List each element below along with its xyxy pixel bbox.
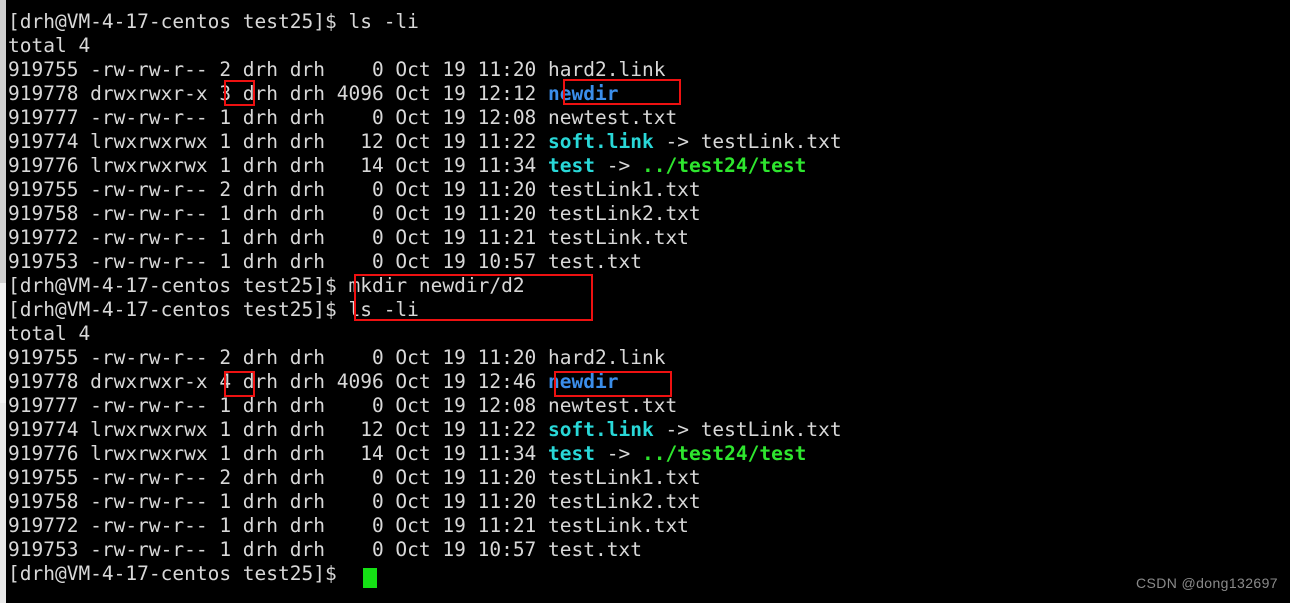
listing-filename: testLink1.txt [548,466,701,489]
terminal-listing-line: 919777 -rw-rw-r-- 1 drh drh 0 Oct 19 12:… [8,106,1290,130]
listing-meta: 919776 lrwxrwxrwx 1 drh drh 14 Oct 19 11… [8,442,549,465]
terminal-prompt-line: [drh@VM-4-17-centos test25]$ mkdir newdi… [8,274,1290,298]
terminal-listing-line: 919755 -rw-rw-r-- 2 drh drh 0 Oct 19 11:… [8,466,1290,490]
listing-meta: 919772 -rw-rw-r-- 1 drh drh 0 Oct 19 11:… [8,226,549,249]
listing-filename: newdir [548,82,619,105]
symlink-target: ../test24/test [641,154,807,177]
terminal-prompt-line: [drh@VM-4-17-centos test25]$ ls -li [8,10,1290,34]
listing-filename: testLink2.txt [548,202,701,225]
listing-filename: newdir [548,370,619,393]
terminal-listing-line: 919776 lrwxrwxrwx 1 drh drh 14 Oct 19 11… [8,154,1290,178]
shell-prompt: [drh@VM-4-17-centos test25]$ [8,562,349,585]
listing-filename: soft.link [548,418,654,441]
listing-filename: newtest.txt [548,106,678,129]
listing-meta: 919777 -rw-rw-r-- 1 drh drh 0 Oct 19 12:… [8,106,549,129]
listing-filename: test [548,442,596,465]
listing-meta: 919755 -rw-rw-r-- 2 drh drh 0 Oct 19 11:… [8,466,549,489]
listing-filename: testLink.txt [548,514,689,537]
terminal-output-line: total 4 [8,322,1290,346]
output-text: total 4 [8,322,91,345]
listing-meta: 919755 -rw-rw-r-- 2 drh drh 0 Oct 19 11:… [8,178,549,201]
symlink-arrow: -> [653,418,701,441]
listing-meta: 919777 -rw-rw-r-- 1 drh drh 0 Oct 19 12:… [8,394,549,417]
listing-filename: test.txt [548,250,642,273]
symlink-arrow: -> [653,130,701,153]
terminal-listing-line: 919753 -rw-rw-r-- 1 drh drh 0 Oct 19 10:… [8,250,1290,274]
terminal-prompt-line: [drh@VM-4-17-centos test25]$ [8,562,1290,586]
terminal-screen[interactable]: -rw-rw-r-- 1 drh drh 0 Oct 19 10:57 test… [8,0,1290,603]
watermark: CSDN @dong132697 [1135,575,1278,591]
listing-filename: test.txt [548,538,642,561]
listing-filename: hard2.link [548,346,666,369]
shell-prompt: [drh@VM-4-17-centos test25]$ [8,298,349,321]
scrollbar-thumb[interactable] [0,0,6,283]
terminal-listing-line: 919755 -rw-rw-r-- 2 drh drh 0 Oct 19 11:… [8,346,1290,370]
scrollbar-thumb-lower[interactable] [0,403,6,603]
symlink-target: testLink.txt [700,418,842,441]
terminal-listing-line: 919777 -rw-rw-r-- 1 drh drh 0 Oct 19 12:… [8,394,1290,418]
terminal-cursor [363,568,377,588]
listing-meta: 919772 -rw-rw-r-- 1 drh drh 0 Oct 19 11:… [8,514,549,537]
listing-filename: hard2.link [548,58,666,81]
terminal-listing-line: 919772 -rw-rw-r-- 1 drh drh 0 Oct 19 11:… [8,514,1290,538]
terminal-listing-line: 919774 lrwxrwxrwx 1 drh drh 12 Oct 19 11… [8,130,1290,154]
listing-meta: 919778 drwxrwxr-x 4 drh drh 4096 Oct 19 … [8,370,549,393]
shell-command: mkdir newdir/d2 [348,274,525,297]
shell-prompt: [drh@VM-4-17-centos test25]$ [8,10,349,33]
terminal-listing-line: 919774 lrwxrwxrwx 1 drh drh 12 Oct 19 11… [8,418,1290,442]
terminal-window: -rw-rw-r-- 1 drh drh 0 Oct 19 10:57 test… [0,0,1290,603]
listing-filename: testLink.txt [548,226,689,249]
listing-meta: 919778 drwxrwxr-x 3 drh drh 4096 Oct 19 … [8,82,549,105]
listing-filename: newtest.txt [548,394,678,417]
listing-meta: 919776 lrwxrwxrwx 1 drh drh 14 Oct 19 11… [8,154,549,177]
symlink-arrow: -> [595,154,642,177]
terminal-listing-line: 919776 lrwxrwxrwx 1 drh drh 14 Oct 19 11… [8,442,1290,466]
listing-meta: 919753 -rw-rw-r-- 1 drh drh 0 Oct 19 10:… [8,250,549,273]
terminal-prompt-line: [drh@VM-4-17-centos test25]$ ls -li [8,298,1290,322]
shell-prompt: [drh@VM-4-17-centos test25]$ [8,274,349,297]
listing-filename: soft.link [548,130,654,153]
terminal-listing-line: 919758 -rw-rw-r-- 1 drh drh 0 Oct 19 11:… [8,490,1290,514]
terminal-listing-line: 919758 -rw-rw-r-- 1 drh drh 0 Oct 19 11:… [8,202,1290,226]
terminal-listing-line: 919778 drwxrwxr-x 3 drh drh 4096 Oct 19 … [8,82,1290,106]
output-text: total 4 [8,34,91,57]
listing-meta: 919755 -rw-rw-r-- 2 drh drh 0 Oct 19 11:… [8,346,549,369]
listing-filename: test [548,154,596,177]
listing-filename: testLink2.txt [548,490,701,513]
symlink-target: testLink.txt [700,130,842,153]
scrollbar-track[interactable] [0,0,6,603]
terminal-listing-line: 919753 -rw-rw-r-- 1 drh drh 0 Oct 19 10:… [8,538,1290,562]
symlink-arrow: -> [595,442,642,465]
terminal-listing-line: 919755 -rw-rw-r-- 2 drh drh 0 Oct 19 11:… [8,58,1290,82]
shell-command: ls -li [348,298,419,321]
terminal-output-line: total 4 [8,34,1290,58]
listing-meta: 919758 -rw-rw-r-- 1 drh drh 0 Oct 19 11:… [8,202,549,225]
shell-command: ls -li [348,10,419,33]
listing-meta: 919753 -rw-rw-r-- 1 drh drh 0 Oct 19 10:… [8,538,549,561]
listing-meta: 919758 -rw-rw-r-- 1 drh drh 0 Oct 19 11:… [8,490,549,513]
listing-meta: 919755 -rw-rw-r-- 2 drh drh 0 Oct 19 11:… [8,58,549,81]
listing-meta: 919774 lrwxrwxrwx 1 drh drh 12 Oct 19 11… [8,418,549,441]
terminal-listing-line: 919778 drwxrwxr-x 4 drh drh 4096 Oct 19 … [8,370,1290,394]
listing-meta: 919774 lrwxrwxrwx 1 drh drh 12 Oct 19 11… [8,130,549,153]
terminal-listing-line: 919772 -rw-rw-r-- 1 drh drh 0 Oct 19 11:… [8,226,1290,250]
symlink-target: ../test24/test [641,442,807,465]
listing-filename: testLink1.txt [548,178,701,201]
terminal-listing-line: 919755 -rw-rw-r-- 2 drh drh 0 Oct 19 11:… [8,178,1290,202]
